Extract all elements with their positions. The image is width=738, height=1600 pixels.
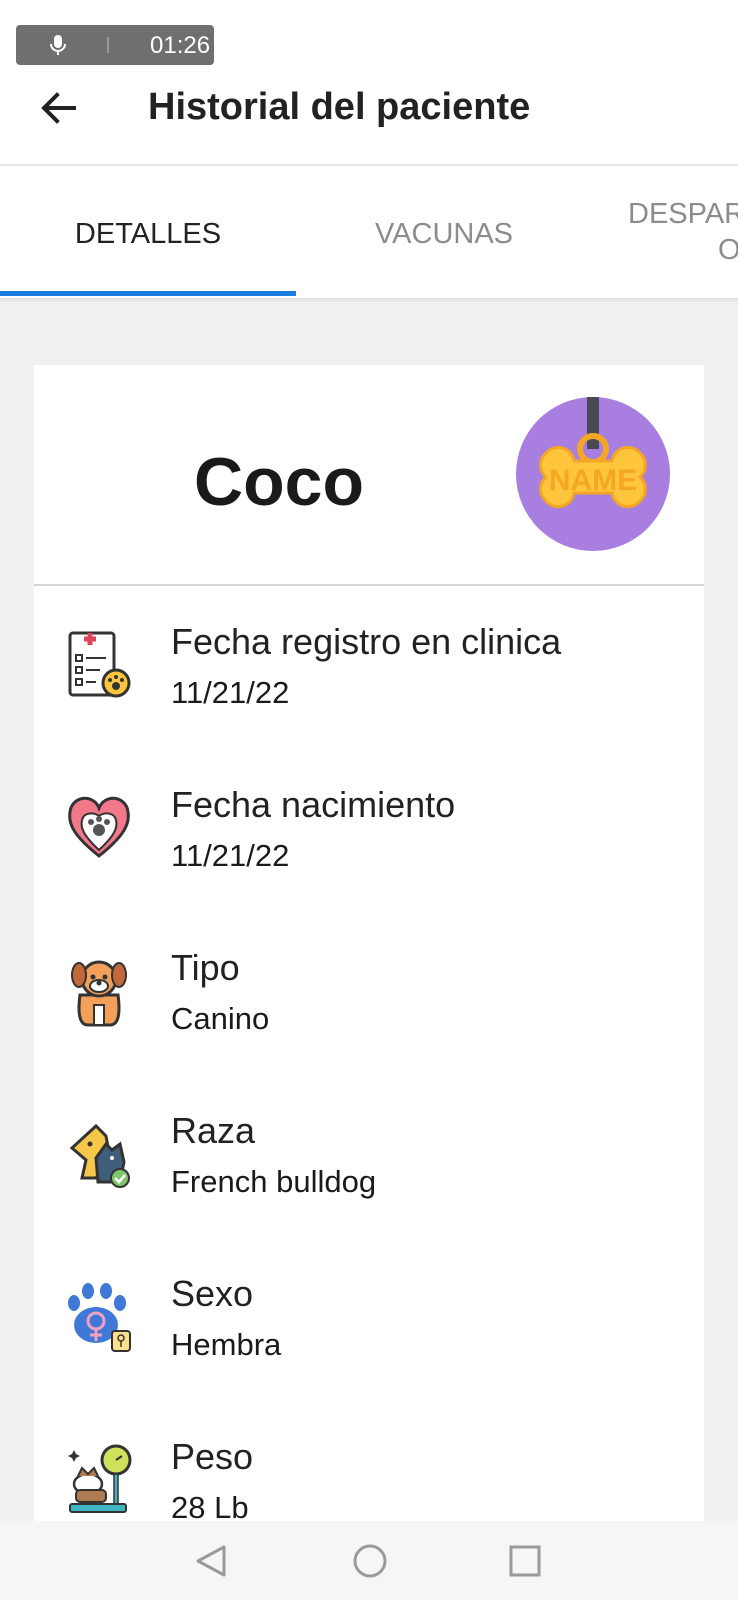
system-nav-bar bbox=[0, 1521, 738, 1600]
page-title: Historial del paciente bbox=[148, 86, 531, 128]
detail-row-fecha-registro: Fecha registro en clinica 11/21/22 bbox=[34, 611, 704, 741]
tab-bar-shadow bbox=[0, 298, 738, 303]
detail-value: 11/21/22 bbox=[171, 675, 290, 710]
dog-scale-icon bbox=[68, 1444, 132, 1513]
dog-cat-breed-icon bbox=[69, 1123, 130, 1188]
detail-row-raza: Raza French bulldog bbox=[34, 1100, 704, 1230]
triangle-back-icon[interactable] bbox=[190, 1539, 234, 1583]
app-header: 01:26 Historial del paciente bbox=[0, 0, 738, 164]
back-button[interactable] bbox=[34, 84, 82, 132]
heart-paw-icon bbox=[68, 796, 130, 858]
paw-female-icon bbox=[68, 1283, 131, 1352]
detail-label: Fecha nacimiento bbox=[171, 784, 456, 825]
detail-label: Sexo bbox=[171, 1273, 254, 1314]
pet-name: Coco bbox=[194, 444, 364, 520]
tab-bar: DETALLES VACUNAS DESPAR O bbox=[0, 166, 738, 298]
detail-value: French bulldog bbox=[171, 1164, 377, 1199]
tab-indicator bbox=[0, 291, 296, 296]
detail-row-tipo: Tipo Canino bbox=[34, 937, 704, 1067]
detail-label: Peso bbox=[171, 1436, 254, 1477]
detail-value: 11/21/22 bbox=[171, 838, 290, 873]
detail-label: Raza bbox=[171, 1110, 256, 1151]
circle-home-icon[interactable] bbox=[348, 1539, 392, 1583]
detail-row-fecha-nacimiento: Fecha nacimiento 11/21/22 bbox=[34, 774, 704, 904]
clinic-record-icon bbox=[68, 631, 131, 698]
patient-card: Coco NAME Fecha registro en clinica 11/2… bbox=[34, 365, 704, 1525]
arrow-left-icon bbox=[41, 92, 76, 124]
status-time: 01:26 bbox=[150, 32, 211, 59]
status-pill: 01:26 bbox=[16, 25, 214, 65]
detail-value: Canino bbox=[171, 1001, 270, 1036]
dog-icon bbox=[71, 960, 127, 1027]
tab-vacunas[interactable]: VACUNAS bbox=[296, 166, 592, 298]
detail-label: Fecha registro en clinica bbox=[171, 621, 562, 662]
card-divider bbox=[34, 584, 704, 586]
bone-name-tag-icon[interactable]: NAME bbox=[516, 397, 670, 551]
tab-detalles[interactable]: DETALLES bbox=[0, 166, 296, 298]
detail-label: Tipo bbox=[171, 947, 240, 988]
detail-row-sexo: Sexo Hembra bbox=[34, 1263, 704, 1393]
status-separator bbox=[107, 37, 109, 53]
mic-icon bbox=[50, 35, 66, 55]
tab-label-line2: O bbox=[718, 234, 738, 266]
avatar-text: NAME bbox=[549, 464, 637, 497]
square-recent-icon[interactable] bbox=[503, 1539, 547, 1583]
tab-desparasitacion[interactable]: DESPAR O bbox=[600, 166, 738, 298]
patient-history-screen: 01:26 Historial del paciente DETALLES VA… bbox=[0, 0, 738, 1600]
tab-label: VACUNAS bbox=[374, 218, 514, 250]
tab-label: DETALLES bbox=[74, 218, 222, 250]
detail-value: Hembra bbox=[171, 1327, 282, 1362]
tab-label-line1: DESPAR bbox=[628, 198, 738, 230]
